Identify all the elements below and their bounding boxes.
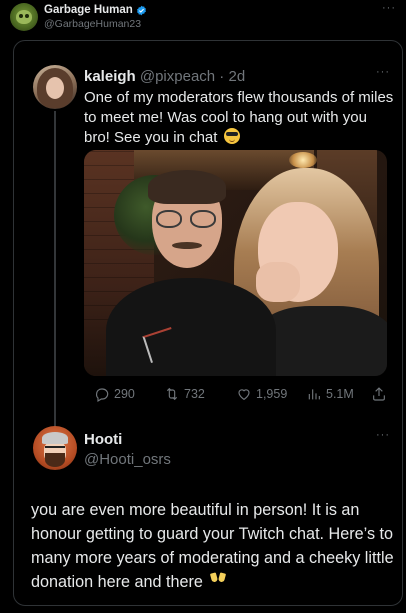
share-button[interactable] (371, 385, 387, 403)
like-count: 1,959 (256, 387, 288, 401)
outer-more-options-icon[interactable]: ··· (382, 2, 396, 14)
reply-button[interactable]: 290 (94, 385, 135, 403)
heart-icon (238, 389, 250, 400)
man-figure (106, 278, 276, 376)
garbage-human-avatar[interactable] (10, 3, 38, 31)
dot-separator: · (215, 68, 229, 85)
quoted-author-name[interactable]: kaleigh (84, 68, 136, 85)
share-icon (373, 387, 385, 401)
outer-author-handle[interactable]: @GarbageHuman23 (44, 18, 141, 30)
reply-icon (96, 388, 109, 402)
retweet-icon (166, 387, 178, 401)
kaleigh-avatar[interactable] (33, 65, 77, 109)
views-button[interactable]: 5.1M (306, 385, 354, 403)
sunglasses-emoji-icon (223, 128, 240, 144)
outer-author-name[interactable]: Garbage Human (44, 4, 133, 16)
outer-author-name-row[interactable]: Garbage Human (44, 4, 147, 16)
ceiling-light (289, 152, 317, 168)
tweet-photo[interactable] (84, 150, 387, 376)
quoted-timestamp[interactable]: 2d (228, 68, 245, 85)
verified-badge-icon (136, 5, 146, 15)
action-bar: 290 732 1,959 5.1M (84, 385, 387, 405)
reply-author-name[interactable]: Hooti (84, 431, 122, 448)
view-count: 5.1M (326, 387, 354, 401)
quoted-more-options-icon[interactable]: ··· (376, 66, 390, 78)
views-chart-icon (308, 389, 320, 400)
outer-tweet-header: Garbage Human @GarbageHuman23 ··· (0, 0, 406, 40)
reply-author-handle[interactable]: @Hooti_osrs (84, 451, 171, 468)
quoted-tweet-text: One of my moderators flew thousands of m… (84, 88, 394, 148)
quoted-tweet-header: kaleigh @pixpeach · 2d (84, 68, 245, 85)
reply-more-options-icon[interactable]: ··· (376, 429, 390, 441)
thread-connector-line (54, 111, 56, 456)
hooti-avatar[interactable] (33, 426, 77, 470)
retweet-count: 732 (184, 387, 205, 401)
quoted-author-handle[interactable]: @pixpeach (140, 68, 215, 85)
reply-count: 290 (114, 387, 135, 401)
retweet-button[interactable]: 732 (164, 385, 205, 403)
clinking-glasses-emoji-icon (210, 572, 226, 590)
thread-card: kaleigh @pixpeach · 2d ··· One of my mod… (13, 40, 403, 606)
glasses (156, 210, 218, 228)
reply-tweet-text: you are even more beautiful in person! I… (31, 498, 399, 594)
like-button[interactable]: 1,959 (236, 385, 287, 403)
